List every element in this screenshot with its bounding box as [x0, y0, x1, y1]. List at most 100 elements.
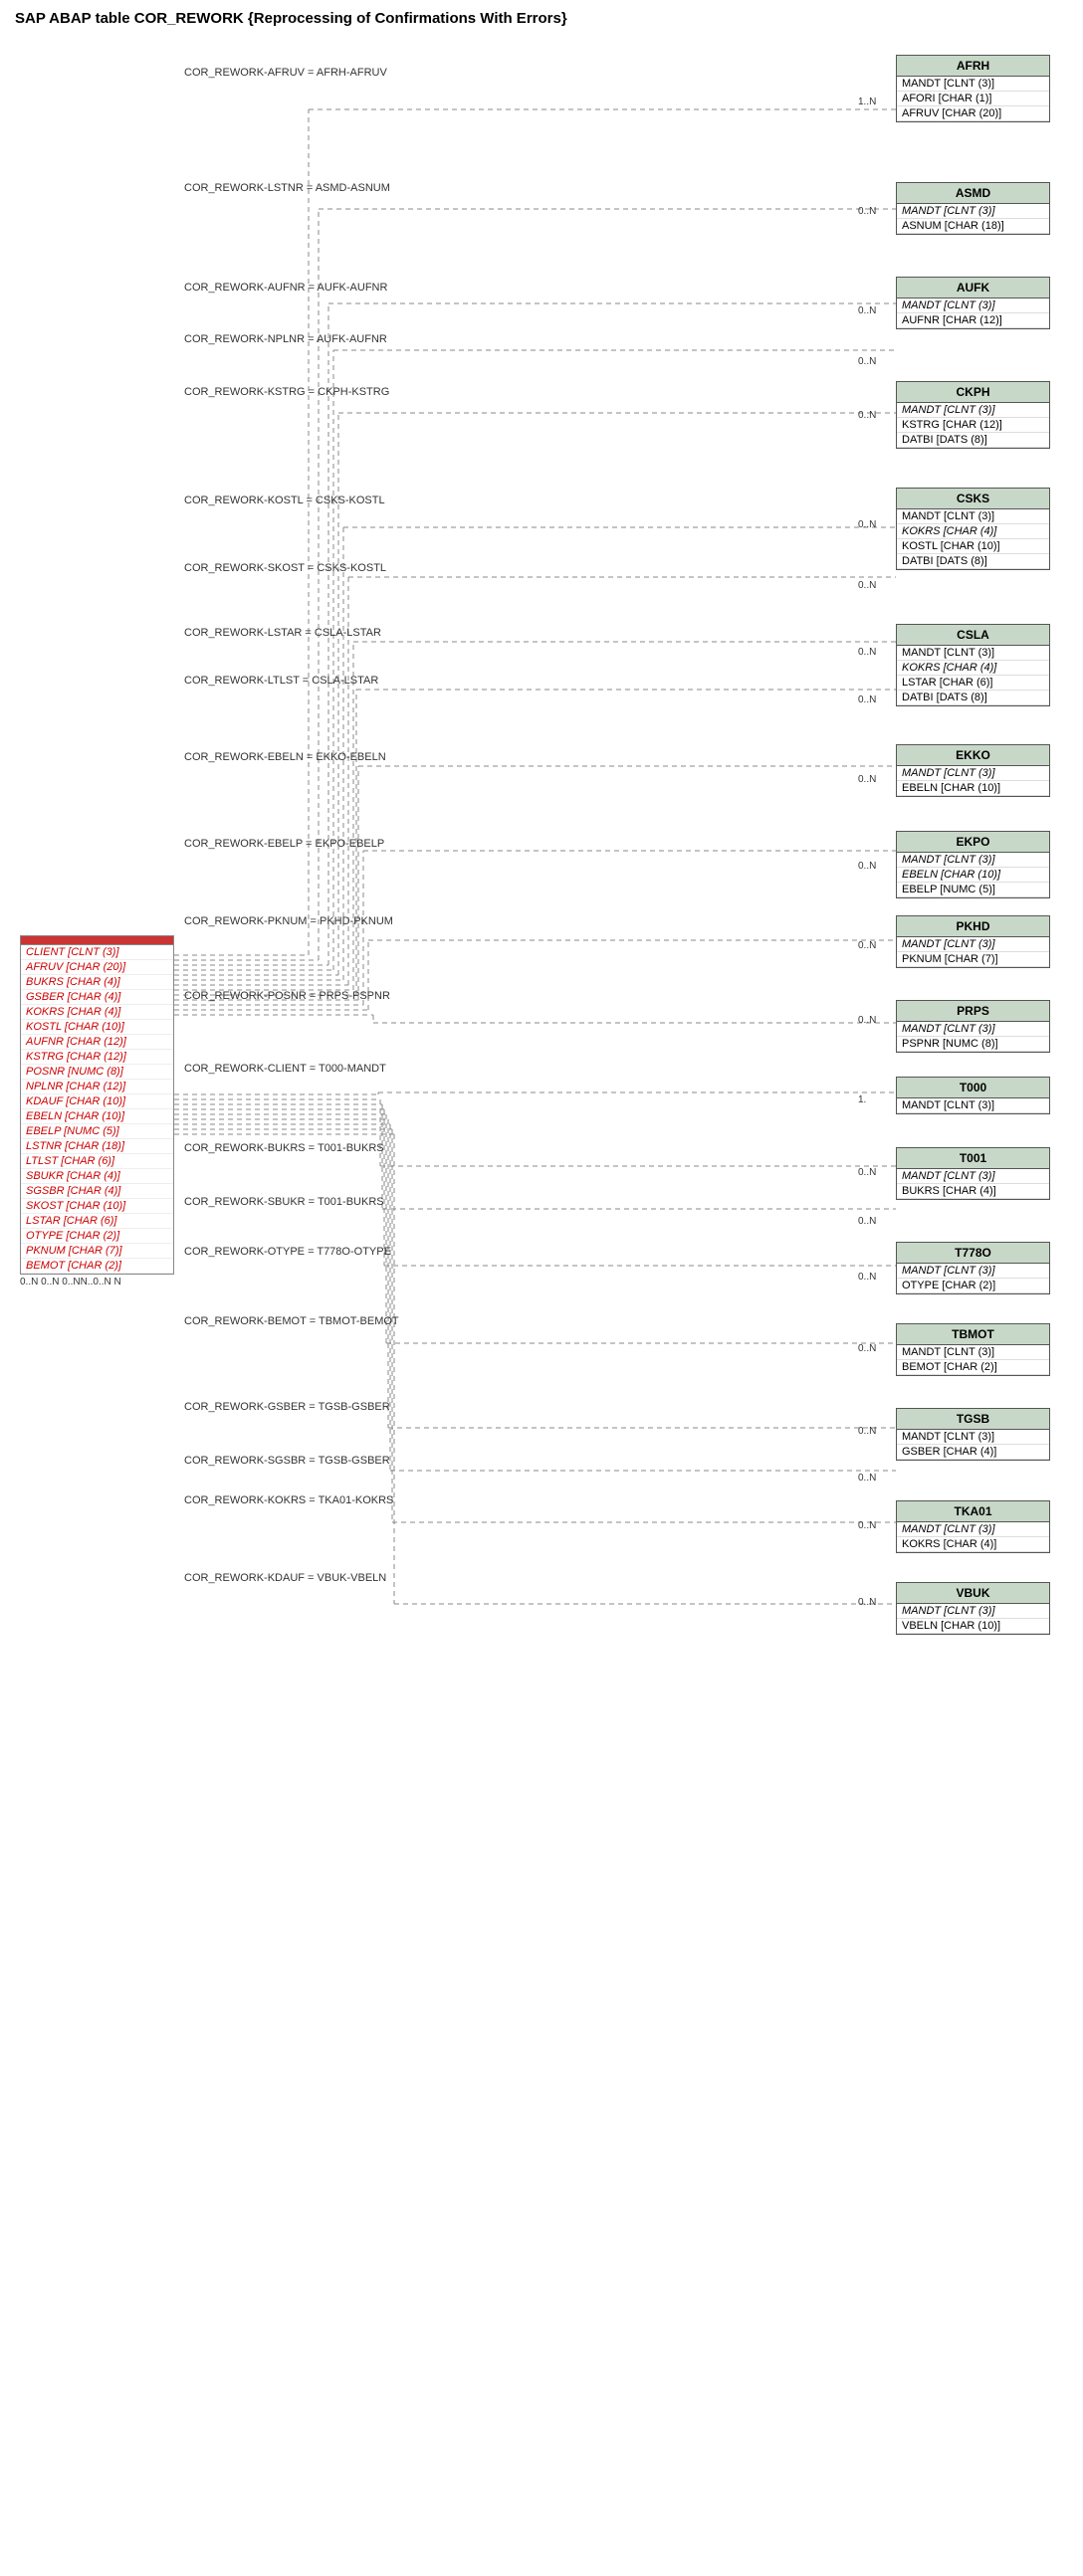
connector-label-pkhd-0: COR_REWORK-PKNUM = PKHD-PKNUM	[184, 915, 393, 927]
connector-label-prps-0: COR_REWORK-POSNR = PRPS-PSPNR	[184, 990, 390, 1002]
rel-table-afrh: AFRHMANDT [CLNT (3)]AFORI [CHAR (1)]AFRU…	[896, 55, 1050, 122]
rel-table-row: KSTRG [CHAR (12)]	[897, 418, 1049, 433]
connector-label-csks-1: COR_REWORK-SKOST = CSKS-KOSTL	[184, 562, 386, 574]
rel-table-ckph: CKPHMANDT [CLNT (3)]KSTRG [CHAR (12)]DAT…	[896, 381, 1050, 449]
connector-label-afrh-0: COR_REWORK-AFRUV = AFRH-AFRUV	[184, 67, 387, 79]
connector-label-tgsb-1: COR_REWORK-SGSBR = TGSB-GSBER	[184, 1455, 390, 1467]
rel-table-row: AUFNR [CHAR (12)]	[897, 313, 1049, 328]
connector-label-csla-0: COR_REWORK-LSTAR = CSLA-LSTAR	[184, 627, 381, 639]
connector-label-aufk-1: COR_REWORK-NPLNR = AUFK-AUFNR	[184, 333, 387, 345]
rel-table-body-t000: MANDT [CLNT (3)]	[896, 1098, 1050, 1114]
rel-table-row: MANDT [CLNT (3)]	[897, 77, 1049, 92]
connector-label-tbmot-0: COR_REWORK-BEMOT = TBMOT-BEMOT	[184, 1315, 399, 1327]
rel-table-header-tka01: TKA01	[896, 1500, 1050, 1522]
rel-table-header-asmd: ASMD	[896, 182, 1050, 204]
cardinality-tbmot-0: 0..N	[858, 1343, 876, 1354]
rel-table-row: MANDT [CLNT (3)]	[897, 403, 1049, 418]
rel-table-row: EBELN [CHAR (10)]	[897, 781, 1049, 796]
rel-table-body-tgsb: MANDT [CLNT (3)]GSBER [CHAR (4)]	[896, 1430, 1050, 1461]
rel-table-header-ekpo: EKPO	[896, 831, 1050, 853]
rel-table-body-csks: MANDT [CLNT (3)]KOKRS [CHAR (4)]KOSTL [C…	[896, 509, 1050, 570]
cardinality-tgsb-0: 0..N	[858, 1426, 876, 1437]
main-table-field: AUFNR [CHAR (12)]	[21, 1035, 173, 1050]
rel-table-row: DATBI [DATS (8)]	[897, 554, 1049, 569]
rel-table-t000: T000MANDT [CLNT (3)]	[896, 1077, 1050, 1114]
rel-table-row: EBELP [NUMC (5)]	[897, 883, 1049, 897]
main-table-field: SGSBR [CHAR (4)]	[21, 1184, 173, 1199]
rel-table-body-vbuk: MANDT [CLNT (3)]VBELN [CHAR (10)]	[896, 1604, 1050, 1635]
main-table-field: LTLST [CHAR (6)]	[21, 1154, 173, 1169]
rel-table-body-asmd: MANDT [CLNT (3)]ASNUM [CHAR (18)]	[896, 204, 1050, 235]
rel-table-row: PKNUM [CHAR (7)]	[897, 952, 1049, 967]
rel-table-body-csla: MANDT [CLNT (3)]KOKRS [CHAR (4)]LSTAR [C…	[896, 646, 1050, 706]
rel-table-header-pkhd: PKHD	[896, 915, 1050, 937]
main-table-cardinality: 0..N 0..N 0..NN..0..N N	[20, 1277, 174, 1288]
connector-label-vbuk-0: COR_REWORK-KDAUF = VBUK-VBELN	[184, 1572, 386, 1584]
rel-table-row: KOSTL [CHAR (10)]	[897, 539, 1049, 554]
rel-table-body-ekpo: MANDT [CLNT (3)]EBELN [CHAR (10)]EBELP […	[896, 853, 1050, 898]
rel-table-header-t001: T001	[896, 1147, 1050, 1169]
main-table-field: LSTAR [CHAR (6)]	[21, 1214, 173, 1229]
main-table-field: KDAUF [CHAR (10)]	[21, 1094, 173, 1109]
main-table: CLIENT [CLNT (3)]AFRUV [CHAR (20)]BUKRS …	[20, 935, 174, 1288]
main-table-field: POSNR [NUMC (8)]	[21, 1065, 173, 1080]
rel-table-row: DATBI [DATS (8)]	[897, 691, 1049, 705]
main-table-field: KOSTL [CHAR (10)]	[21, 1020, 173, 1035]
main-table-header	[20, 935, 174, 945]
main-table-field: NPLNR [CHAR (12)]	[21, 1080, 173, 1094]
rel-table-row: OTYPE [CHAR (2)]	[897, 1279, 1049, 1293]
rel-table-row: ASNUM [CHAR (18)]	[897, 219, 1049, 234]
rel-table-row: KOKRS [CHAR (4)]	[897, 524, 1049, 539]
connector-label-t778o-0: COR_REWORK-OTYPE = T778O-OTYPE	[184, 1246, 391, 1258]
main-table-field: CLIENT [CLNT (3)]	[21, 945, 173, 960]
rel-table-row: MANDT [CLNT (3)]	[897, 204, 1049, 219]
connector-label-tka01-0: COR_REWORK-KOKRS = TKA01-KOKRS	[184, 1494, 393, 1506]
rel-table-vbuk: VBUKMANDT [CLNT (3)]VBELN [CHAR (10)]	[896, 1582, 1050, 1635]
rel-table-row: MANDT [CLNT (3)]	[897, 1604, 1049, 1619]
rel-table-csks: CSKSMANDT [CLNT (3)]KOKRS [CHAR (4)]KOST…	[896, 488, 1050, 570]
rel-table-header-aufk: AUFK	[896, 277, 1050, 298]
cardinality-csla-1: 0..N	[858, 694, 876, 705]
rel-table-body-ckph: MANDT [CLNT (3)]KSTRG [CHAR (12)]DATBI […	[896, 403, 1050, 449]
diagram-container: SAP ABAP table COR_REWORK {Reprocessing …	[0, 0, 1083, 2537]
rel-table-header-vbuk: VBUK	[896, 1582, 1050, 1604]
main-table-field: AFRUV [CHAR (20)]	[21, 960, 173, 975]
rel-table-pkhd: PKHDMANDT [CLNT (3)]PKNUM [CHAR (7)]	[896, 915, 1050, 968]
rel-table-header-csks: CSKS	[896, 488, 1050, 509]
rel-table-row: MANDT [CLNT (3)]	[897, 766, 1049, 781]
cardinality-csla-0: 0..N	[858, 647, 876, 658]
main-table-field: BUKRS [CHAR (4)]	[21, 975, 173, 990]
main-table-field: SKOST [CHAR (10)]	[21, 1199, 173, 1214]
rel-table-row: LSTAR [CHAR (6)]	[897, 676, 1049, 691]
rel-table-row: MANDT [CLNT (3)]	[897, 646, 1049, 661]
cardinality-ekpo-0: 0..N	[858, 861, 876, 872]
rel-table-body-aufk: MANDT [CLNT (3)]AUFNR [CHAR (12)]	[896, 298, 1050, 329]
rel-table-row: BUKRS [CHAR (4)]	[897, 1184, 1049, 1199]
main-table-field: GSBER [CHAR (4)]	[21, 990, 173, 1005]
rel-table-body-t778o: MANDT [CLNT (3)]OTYPE [CHAR (2)]	[896, 1264, 1050, 1294]
rel-table-body-tka01: MANDT [CLNT (3)]KOKRS [CHAR (4)]	[896, 1522, 1050, 1553]
rel-table-row: DATBI [DATS (8)]	[897, 433, 1049, 448]
rel-table-t001: T001MANDT [CLNT (3)]BUKRS [CHAR (4)]	[896, 1147, 1050, 1200]
cardinality-ekko-0: 0..N	[858, 774, 876, 785]
rel-table-row: BEMOT [CHAR (2)]	[897, 1360, 1049, 1375]
rel-table-body-tbmot: MANDT [CLNT (3)]BEMOT [CHAR (2)]	[896, 1345, 1050, 1376]
cardinality-t001-0: 0..N	[858, 1167, 876, 1178]
cardinality-asmd-0: 0..N	[858, 206, 876, 217]
cardinality-aufk-0: 0..N	[858, 305, 876, 316]
cardinality-t000-0: 1.	[858, 1094, 866, 1105]
main-table-field: BEMOT [CHAR (2)]	[21, 1259, 173, 1274]
rel-table-asmd: ASMDMANDT [CLNT (3)]ASNUM [CHAR (18)]	[896, 182, 1050, 235]
cardinality-tka01-0: 0..N	[858, 1520, 876, 1531]
rel-table-aufk: AUFKMANDT [CLNT (3)]AUFNR [CHAR (12)]	[896, 277, 1050, 329]
main-table-field: LSTNR [CHAR (18)]	[21, 1139, 173, 1154]
main-table-field: OTYPE [CHAR (2)]	[21, 1229, 173, 1244]
rel-table-body-pkhd: MANDT [CLNT (3)]PKNUM [CHAR (7)]	[896, 937, 1050, 968]
rel-table-header-t778o: T778O	[896, 1242, 1050, 1264]
rel-table-row: GSBER [CHAR (4)]	[897, 1445, 1049, 1460]
main-table-body: CLIENT [CLNT (3)]AFRUV [CHAR (20)]BUKRS …	[20, 945, 174, 1275]
rel-table-row: MANDT [CLNT (3)]	[897, 937, 1049, 952]
connector-label-csla-1: COR_REWORK-LTLST = CSLA-LSTAR	[184, 675, 378, 687]
rel-table-row: MANDT [CLNT (3)]	[897, 1430, 1049, 1445]
rel-table-header-ekko: EKKO	[896, 744, 1050, 766]
